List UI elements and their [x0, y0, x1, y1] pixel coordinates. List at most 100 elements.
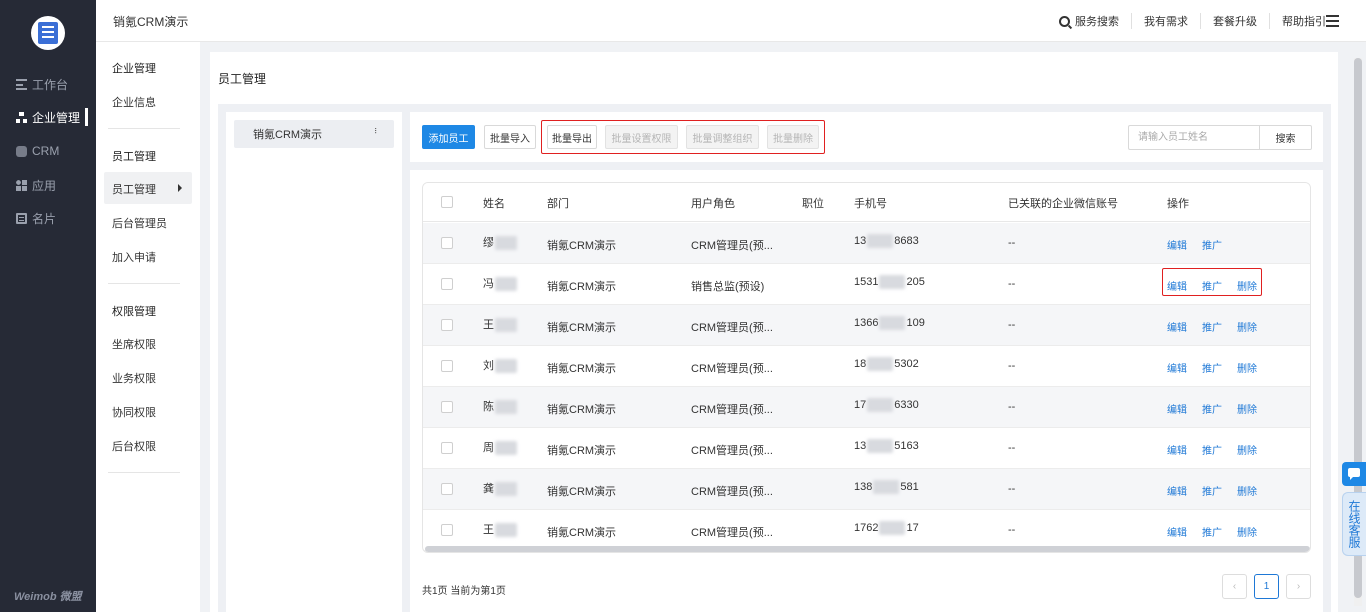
- service-search-link[interactable]: 服务搜索: [1047, 13, 1131, 29]
- row-checkbox[interactable]: [441, 278, 453, 290]
- content-area: 销氪CRM演示 ... 添加员工 批量导入 批量导出 批量设置权限 批量调整组织…: [218, 104, 1331, 612]
- row-checkbox[interactable]: [441, 237, 453, 249]
- phone-prefix: 13: [854, 439, 867, 452]
- nav-item-enterprise[interactable]: 企业管理: [16, 107, 80, 127]
- cell-wechat: --: [1008, 237, 1016, 249]
- phone-suffix: 205: [906, 275, 925, 288]
- col-wechat: 已关联的企业微信账号: [1008, 198, 1118, 210]
- cell-role: CRM管理员(预...: [691, 445, 773, 457]
- redacted-mask: [867, 234, 894, 248]
- col-dept: 部门: [547, 198, 569, 210]
- page-1-button[interactable]: 1: [1254, 574, 1279, 599]
- app-logo-icon[interactable]: [31, 16, 65, 50]
- cell-role: 销售总监(预设): [691, 281, 765, 293]
- batch-set-permission-button[interactable]: 批量设置权限: [605, 125, 678, 149]
- submenu-item-join-request[interactable]: 加入申请: [112, 249, 156, 265]
- redacted-mask: [495, 482, 517, 497]
- delete-link[interactable]: 删除: [1237, 401, 1257, 416]
- edit-link[interactable]: 编辑: [1167, 524, 1187, 539]
- nav-active-indicator: [85, 108, 88, 126]
- more-icon[interactable]: ...: [372, 127, 384, 133]
- edit-link[interactable]: 编辑: [1167, 483, 1187, 498]
- promote-link[interactable]: 推广: [1202, 237, 1222, 252]
- edit-link[interactable]: 编辑: [1167, 442, 1187, 457]
- cell-name: 王: [483, 521, 518, 538]
- submenu-item-collab-perm[interactable]: 协同权限: [112, 404, 156, 420]
- batch-adjust-org-button[interactable]: 批量调整组织: [686, 125, 759, 149]
- brand-logo: Weimob 微盟: [14, 591, 82, 603]
- promote-link[interactable]: 推广: [1202, 401, 1222, 416]
- submenu-item-staff-manage[interactable]: 员工管理: [112, 181, 156, 197]
- cell-wechat: --: [1008, 401, 1016, 413]
- upgrade-link[interactable]: 套餐升级: [1200, 13, 1269, 29]
- add-staff-button[interactable]: 添加员工: [422, 125, 475, 149]
- search-button[interactable]: 搜索: [1259, 125, 1312, 150]
- cell-role: CRM管理员(预...: [691, 486, 773, 498]
- top-header: 销氪CRM演示 服务搜索 我有需求 套餐升级 帮助指引: [96, 0, 1366, 42]
- table-row: 缪 销氪CRM演示 CRM管理员(预... 13 8683 -- 编辑 推广: [423, 223, 1310, 264]
- requirement-link[interactable]: 我有需求: [1131, 13, 1200, 29]
- edit-link[interactable]: 编辑: [1167, 360, 1187, 375]
- col-ops: 操作: [1167, 198, 1189, 210]
- batch-import-button[interactable]: 批量导入: [484, 125, 536, 149]
- hamburger-menu-icon[interactable]: [1326, 15, 1339, 27]
- row-checkbox[interactable]: [441, 483, 453, 495]
- batch-delete-button[interactable]: 批量删除: [767, 125, 819, 149]
- staff-search-input[interactable]: [1128, 125, 1260, 150]
- cell-phone: 13 8683: [854, 234, 919, 248]
- phone-suffix: 17: [906, 521, 919, 534]
- cell-wechat: --: [1008, 442, 1016, 454]
- redacted-mask: [867, 398, 894, 412]
- table-row: 冯销氪CRM演示 销售总监(预设) 1531 205 -- 编辑 推广 删除: [423, 264, 1310, 305]
- org-node[interactable]: 销氪CRM演示 ...: [234, 120, 394, 148]
- phone-prefix: 17: [854, 398, 867, 411]
- submenu-item-seat-perm[interactable]: 坐席权限: [112, 336, 156, 352]
- phone-prefix: 1366: [854, 316, 879, 329]
- submenu-item-admin[interactable]: 后台管理员: [112, 215, 167, 231]
- batch-export-button[interactable]: 批量导出: [547, 125, 597, 149]
- promote-link[interactable]: 推广: [1202, 442, 1222, 457]
- submenu-item-enterprise-info[interactable]: 企业信息: [112, 94, 156, 110]
- redacted-mask: [495, 359, 517, 374]
- delete-link[interactable]: 删除: [1237, 483, 1257, 498]
- promote-link[interactable]: 推广: [1202, 483, 1222, 498]
- online-service-button[interactable]: 在线客服: [1342, 492, 1366, 556]
- nav-item-apps[interactable]: 应用: [16, 175, 56, 195]
- cell-name: 周: [483, 439, 518, 456]
- cell-wechat: --: [1008, 524, 1016, 536]
- redacted-mask: [495, 318, 517, 333]
- row-checkbox[interactable]: [441, 319, 453, 331]
- select-all-checkbox[interactable]: [441, 196, 453, 208]
- submenu-item-biz-perm[interactable]: 业务权限: [112, 370, 156, 386]
- row-checkbox[interactable]: [441, 524, 453, 536]
- cell-role: CRM管理员(预...: [691, 322, 773, 334]
- nav-item-crm[interactable]: CRM: [16, 141, 59, 161]
- cell-wechat: --: [1008, 483, 1016, 495]
- promote-link[interactable]: 推广: [1202, 319, 1222, 334]
- edit-link[interactable]: 编辑: [1167, 401, 1187, 416]
- delete-link[interactable]: 删除: [1237, 360, 1257, 375]
- chat-icon[interactable]: [1342, 462, 1366, 486]
- row-checkbox[interactable]: [441, 360, 453, 372]
- horizontal-scrollbar[interactable]: [425, 546, 1310, 552]
- edit-link[interactable]: 编辑: [1167, 319, 1187, 334]
- prev-page-button[interactable]: ‹: [1222, 574, 1247, 599]
- nav-item-workbench[interactable]: 工作台: [16, 74, 68, 94]
- nav-item-card[interactable]: 名片: [16, 208, 56, 228]
- name-initial: 陈: [483, 401, 494, 413]
- delete-link[interactable]: 删除: [1237, 524, 1257, 539]
- header-links: 服务搜索 我有需求 套餐升级 帮助指引: [1047, 0, 1338, 42]
- nav-item-label: 工作台: [32, 77, 69, 92]
- edit-link[interactable]: 编辑: [1167, 237, 1187, 252]
- next-page-button[interactable]: ›: [1286, 574, 1311, 599]
- submenu-item-backend-perm[interactable]: 后台权限: [112, 438, 156, 454]
- row-checkbox[interactable]: [441, 401, 453, 413]
- cell-wechat: --: [1008, 319, 1016, 331]
- promote-link[interactable]: 推广: [1202, 360, 1222, 375]
- phone-prefix: 138: [854, 480, 873, 493]
- delete-link[interactable]: 删除: [1237, 319, 1257, 334]
- promote-link[interactable]: 推广: [1202, 524, 1222, 539]
- row-checkbox[interactable]: [441, 442, 453, 454]
- delete-link[interactable]: 删除: [1237, 442, 1257, 457]
- cell-dept: 销氪CRM演示: [547, 322, 617, 334]
